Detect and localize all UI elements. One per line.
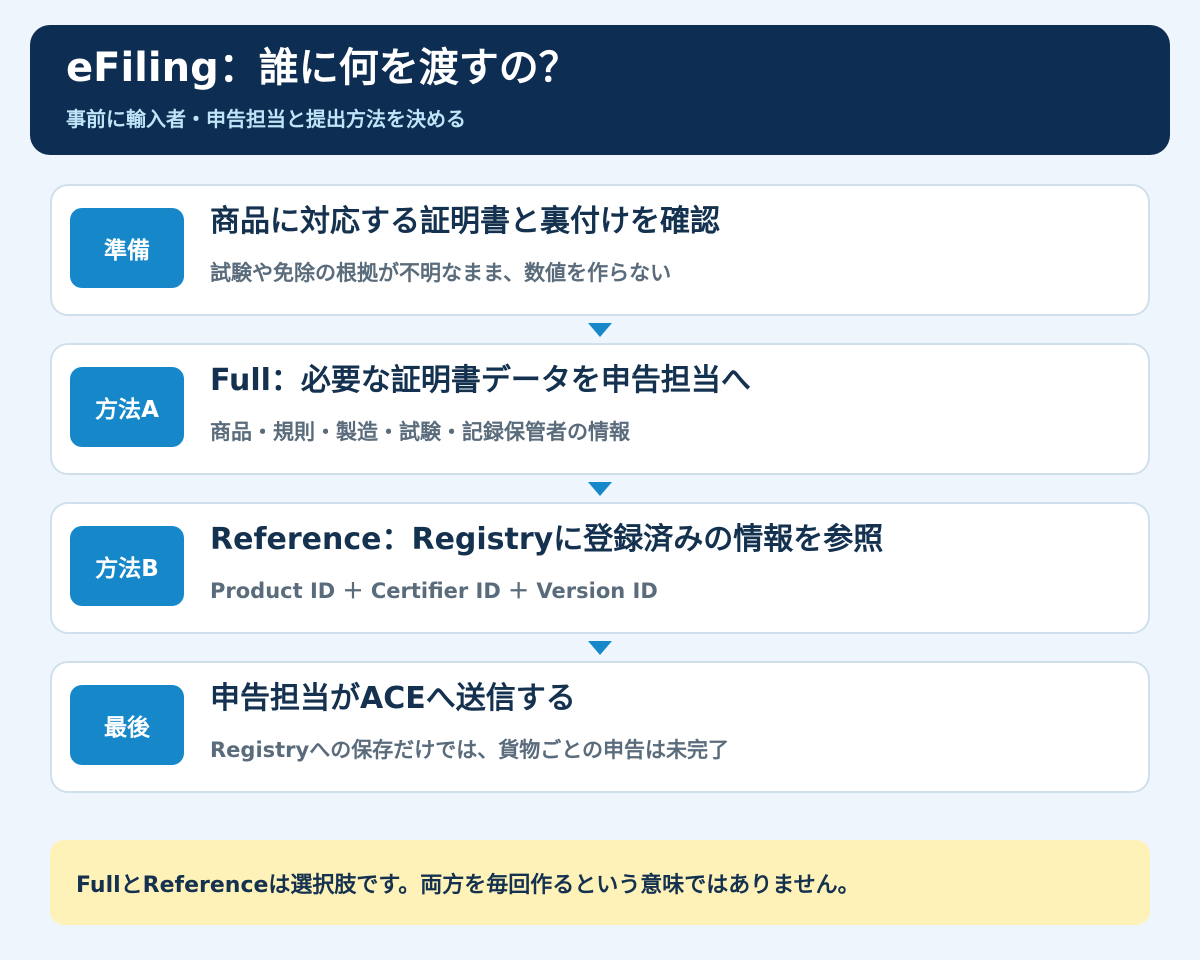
footnote-text: FullとReferenceは選択肢です。両方を毎回作るという意味ではありません… <box>76 872 860 898</box>
step-card-prepare: 準備 商品に対応する証明書と裏付けを確認 試験や免除の根拠が不明なまま、数値を作… <box>50 184 1150 316</box>
page-subtitle: 事前に輸入者・申告担当と提出方法を決める <box>66 107 466 131</box>
down-arrow-icon <box>588 323 612 337</box>
step-card-method-a: 方法A Full：必要な証明書データを申告担当へ 商品・規則・製造・試験・記録保… <box>50 343 1150 475</box>
flow-connector <box>50 634 1150 661</box>
step-description-method-a: 商品・規則・製造・試験・記録保管者の情報 <box>210 420 630 444</box>
flow-steps: 準備 商品に対応する証明書と裏付けを確認 試験や免除の根拠が不明なまま、数値を作… <box>50 184 1150 793</box>
header-banner: eFiling：誰に何を渡すの？ 事前に輸入者・申告担当と提出方法を決める <box>30 25 1170 155</box>
step-description-prepare: 試験や免除の根拠が不明なまま、数値を作らない <box>210 261 672 285</box>
step-card-method-b: 方法B Reference：Registryに登録済みの情報を参照 Produc… <box>50 502 1150 634</box>
step-description-method-b: Product ID ＋ Certifier ID ＋ Version ID <box>210 579 658 603</box>
step-badge-final: 最後 <box>70 685 184 765</box>
step-badge-method-a: 方法A <box>70 367 184 447</box>
down-arrow-icon <box>588 482 612 496</box>
step-badge-method-b: 方法B <box>70 526 184 606</box>
flow-connector <box>50 475 1150 502</box>
step-title-method-b: Reference：Registryに登録済みの情報を参照 <box>210 522 884 557</box>
page-title: eFiling：誰に何を渡すの？ <box>66 45 579 91</box>
step-badge-prepare: 準備 <box>70 208 184 288</box>
step-card-final: 最後 申告担当がACEへ送信する Registryへの保存だけでは、貨物ごとの申… <box>50 661 1150 793</box>
step-title-final: 申告担当がACEへ送信する <box>210 681 576 716</box>
flow-connector <box>50 316 1150 343</box>
step-description-final: Registryへの保存だけでは、貨物ごとの申告は未完了 <box>210 738 730 762</box>
down-arrow-icon <box>588 641 612 655</box>
footnote-callout: FullとReferenceは選択肢です。両方を毎回作るという意味ではありません… <box>50 840 1150 925</box>
step-title-method-a: Full：必要な証明書データを申告担当へ <box>210 363 751 398</box>
step-title-prepare: 商品に対応する証明書と裏付けを確認 <box>210 204 720 239</box>
